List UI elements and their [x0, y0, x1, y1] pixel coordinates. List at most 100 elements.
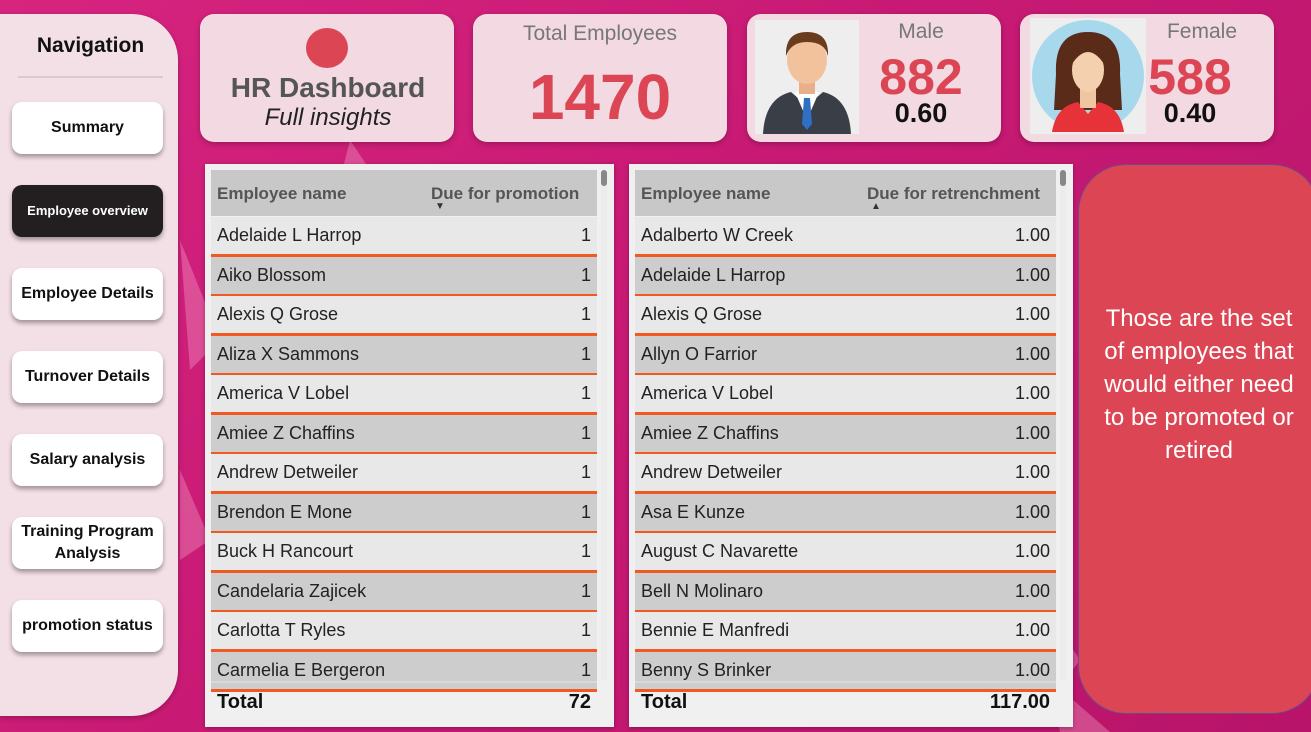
- table-row[interactable]: Amiee Z Chaffins 1.00: [635, 414, 1056, 455]
- table-row[interactable]: Candelaria Zajicek 1: [211, 572, 597, 613]
- table-row[interactable]: Amiee Z Chaffins 1: [211, 414, 597, 455]
- table-row[interactable]: Bell N Molinaro 1.00: [635, 572, 1056, 613]
- value-cell: 1: [580, 541, 591, 561]
- column-header-due-for-retrenchment[interactable]: Due for retrenchment: [867, 184, 1040, 204]
- retrenchment-table: Employee name Due for retrenchment ▲ Ada…: [629, 164, 1073, 727]
- column-header-employee-name[interactable]: Employee name: [641, 184, 770, 204]
- navigation-panel: Navigation Summary Employee overview Emp…: [0, 14, 178, 716]
- employee-name-cell: Bennie E Manfredi: [641, 620, 790, 640]
- nav-employee-overview-button[interactable]: Employee overview: [12, 185, 163, 237]
- value-cell: 1.00: [1014, 304, 1050, 324]
- value-cell: 1: [580, 422, 591, 443]
- value-cell: 1: [580, 580, 591, 601]
- employee-name-cell: Asa E Kunze: [641, 501, 746, 522]
- navigation-divider: [18, 76, 163, 78]
- sort-descending-icon[interactable]: ▼: [435, 201, 445, 212]
- table-row[interactable]: Allyn O Farrior 1.00: [635, 335, 1056, 376]
- table-row[interactable]: Asa E Kunze 1.00: [635, 493, 1056, 534]
- table-row[interactable]: America V Lobel 1.00: [635, 375, 1056, 415]
- table-row[interactable]: Alexis Q Grose 1: [211, 296, 597, 336]
- value-cell: 1: [580, 383, 591, 403]
- male-avatar-icon: [755, 20, 859, 134]
- table-row[interactable]: Andrew Detweiler 1.00: [635, 454, 1056, 494]
- value-cell: 1.00: [1014, 580, 1050, 601]
- note-card: Those are the set of employees that woul…: [1078, 164, 1311, 714]
- table-header: Employee name Due for retrenchment ▲: [635, 170, 1056, 216]
- female-label: Female: [1166, 20, 1238, 43]
- employee-name-cell: Bell N Molinaro: [641, 580, 764, 601]
- nav-salary-analysis-button[interactable]: Salary analysis: [12, 434, 163, 486]
- value-cell: 1.00: [1014, 383, 1050, 403]
- value-cell: 1: [580, 620, 591, 640]
- table-row[interactable]: Adelaide L Harrop 1.00: [635, 256, 1056, 297]
- dashboard-title: HR Dashboard: [230, 72, 426, 103]
- female-card: Female 588 0.40: [1020, 14, 1274, 142]
- column-header-employee-name[interactable]: Employee name: [217, 184, 346, 204]
- table-row[interactable]: Aiko Blossom 1: [211, 256, 597, 297]
- employee-name-cell: Andrew Detweiler: [641, 462, 783, 482]
- table-row[interactable]: Bennie E Manfredi 1.00: [635, 612, 1056, 652]
- value-cell: 1.00: [1014, 462, 1050, 482]
- employee-name-cell: Carlotta T Ryles: [217, 620, 346, 640]
- nav-employee-details-button[interactable]: Employee Details: [12, 268, 163, 320]
- table-row[interactable]: Alexis Q Grose 1.00: [635, 296, 1056, 336]
- employee-name-cell: Alexis Q Grose: [641, 304, 763, 324]
- employee-name-cell: August C Navarette: [641, 541, 799, 561]
- table-row[interactable]: America V Lobel 1: [211, 375, 597, 415]
- scrollbar-thumb[interactable]: [601, 170, 607, 186]
- employee-name-cell: Adelaide L Harrop: [641, 264, 786, 285]
- employee-name-cell: Alexis Q Grose: [217, 304, 339, 324]
- value-cell: 1: [580, 225, 591, 245]
- value-cell: 1.00: [1014, 422, 1050, 443]
- female-ratio: 0.40: [1163, 98, 1217, 128]
- total-employees-card: Total Employees 1470: [473, 14, 727, 142]
- table-row[interactable]: Brendon E Mone 1: [211, 493, 597, 534]
- table-row[interactable]: Andrew Detweiler 1: [211, 454, 597, 494]
- nav-turnover-details-button[interactable]: Turnover Details: [12, 351, 163, 403]
- employee-name-cell: America V Lobel: [217, 383, 350, 403]
- navigation-title: Navigation: [36, 34, 145, 57]
- value-cell: 1.00: [1014, 501, 1050, 522]
- employee-name-cell: Amiee Z Chaffins: [641, 422, 779, 443]
- value-cell: 1: [580, 462, 591, 482]
- employee-name-cell: America V Lobel: [641, 383, 774, 403]
- value-cell: 1: [580, 659, 591, 680]
- table-row[interactable]: Buck H Rancourt 1: [211, 533, 597, 573]
- total-label: Total: [217, 691, 264, 713]
- table-scrollbar[interactable]: [601, 170, 607, 680]
- note-text: Those are the set of employees that woul…: [1104, 304, 1294, 464]
- employee-name-cell: Adelaide L Harrop: [217, 225, 362, 245]
- scrollbar-thumb[interactable]: [1060, 170, 1066, 186]
- table-row[interactable]: August C Navarette 1.00: [635, 533, 1056, 573]
- column-header-due-for-promotion[interactable]: Due for promotion: [431, 184, 579, 204]
- table-row[interactable]: Carlotta T Ryles 1: [211, 612, 597, 652]
- dashboard-subtitle: Full insights: [264, 104, 392, 131]
- dashboard-header-card: HR Dashboard Full insights: [200, 14, 454, 142]
- nav-training-program-analysis-button[interactable]: Training Program Analysis: [12, 517, 163, 569]
- sort-ascending-icon[interactable]: ▲: [871, 201, 881, 212]
- logo-dot-icon: [306, 28, 348, 68]
- table-row[interactable]: Adelaide L Harrop 1: [211, 217, 597, 257]
- table-row[interactable]: Adalberto W Creek 1.00: [635, 217, 1056, 257]
- total-value: 117.00: [989, 691, 1050, 713]
- value-cell: 1.00: [1014, 343, 1050, 364]
- male-label: Male: [898, 20, 944, 43]
- table-scrollbar[interactable]: [1060, 170, 1066, 680]
- employee-name-cell: Aliza X Sammons: [217, 343, 360, 364]
- total-label: Total: [641, 691, 688, 713]
- value-cell: 1: [580, 264, 591, 285]
- employee-name-cell: Andrew Detweiler: [217, 462, 359, 482]
- total-employees-value: 1470: [528, 61, 672, 133]
- nav-summary-button[interactable]: Summary: [12, 102, 163, 154]
- value-cell: 1.00: [1014, 264, 1050, 285]
- nav-promotion-status-button[interactable]: promotion status: [12, 600, 163, 652]
- employee-name-cell: Brendon E Mone: [217, 501, 353, 522]
- employee-name-cell: Amiee Z Chaffins: [217, 422, 355, 443]
- employee-name-cell: Candelaria Zajicek: [217, 580, 367, 601]
- employee-name-cell: Adalberto W Creek: [641, 225, 794, 245]
- table-row[interactable]: Aliza X Sammons 1: [211, 335, 597, 376]
- table-total-row: Total 117.00: [635, 682, 1056, 722]
- value-cell: 1.00: [1014, 541, 1050, 561]
- male-card: Male 882 0.60: [747, 14, 1001, 142]
- value-cell: 1: [580, 304, 591, 324]
